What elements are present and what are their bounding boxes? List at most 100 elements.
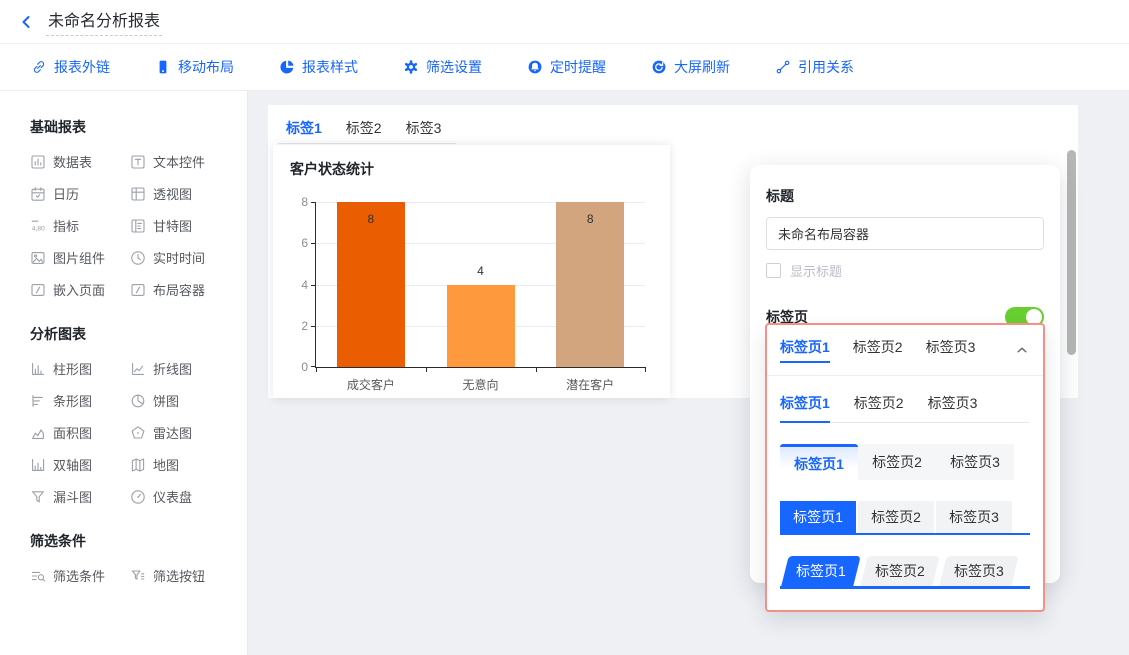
tab-style-highlight: 标签页1标签页2标签页3 标签页1标签页2标签页3标签页1标签页2标签页3标签页… [765, 323, 1045, 612]
show-title-checkbox[interactable] [766, 263, 781, 278]
style-underline-tab-3[interactable]: 标签页3 [928, 393, 978, 423]
toolbar: 报表外链 移动布局 报表样式 筛选设置 定时提醒 大屏刷新 引用关系 [0, 44, 1129, 91]
tab-style-option-button[interactable]: 标签页1标签页2标签页3 [780, 501, 1030, 535]
sidebar-item-area-chart[interactable]: 面积图 [30, 423, 130, 442]
top-header: 未命名分析报表 [0, 0, 1129, 44]
timer-reminder-icon [527, 59, 543, 75]
sidebar-item-filter-condition[interactable]: 筛选条件 [30, 566, 130, 585]
toolbar-item-external-link[interactable]: 报表外链 [31, 57, 110, 77]
external-link-icon [31, 59, 47, 75]
metric-icon: 4,80 [30, 218, 46, 234]
chart-widget-card[interactable]: 客户状态统计 02468848成交客户无意向潜在客户 [273, 145, 670, 398]
toolbar-item-screen-refresh[interactable]: 大屏刷新 [651, 57, 730, 77]
bar-data-label: 4 [426, 264, 536, 278]
sidebar-item-realtime-clock[interactable]: 实时时间 [130, 248, 230, 267]
tab-style-option-card[interactable]: 标签页1标签页2标签页3 [780, 444, 1030, 480]
sidebar-item-dual-axis-chart[interactable]: 双轴图 [30, 455, 130, 474]
canvas-scrollbar[interactable] [1067, 150, 1076, 355]
sidebar-item-metric[interactable]: 4,80指标 [30, 216, 130, 235]
sidebar-item-label: 筛选条件 [53, 566, 105, 585]
sidebar-item-label: 饼图 [153, 391, 179, 410]
sidebar-item-calendar[interactable]: 日历 [30, 184, 130, 203]
chart-title: 客户状态统计 [290, 159, 374, 179]
toolbar-item-label: 报表外链 [54, 57, 110, 77]
component-sidebar: 基础报表数据表 文本控件日历 透视图 4,80指标甘特图图片组件实时时间嵌入页面 布局容… [0, 91, 248, 655]
map-icon [130, 457, 146, 473]
sidebar-item-embed-page[interactable]: 嵌入页面 [30, 280, 130, 299]
tab-style-option-underline[interactable]: 标签页1 标签页2 标签页3 [780, 393, 1030, 423]
selector-tab-3[interactable]: 标签页3 [926, 337, 976, 363]
selector-tab-1[interactable]: 标签页1 [780, 337, 830, 363]
style-button-tab-3[interactable]: 标签页3 [936, 501, 1012, 533]
show-title-row[interactable]: 显示标题 [766, 261, 1044, 280]
toolbar-item-reference-relation[interactable]: 引用关系 [775, 57, 854, 77]
sidebar-item-line-chart[interactable]: 折线图 [130, 359, 230, 378]
sidebar-item-gauge-chart[interactable]: 仪表盘 [130, 487, 230, 506]
x-axis-tick [316, 367, 317, 372]
container-title-input[interactable] [766, 217, 1044, 250]
sidebar-item-map[interactable]: 地图 [130, 455, 230, 474]
sidebar-item-radar-chart[interactable]: 雷达图 [130, 423, 230, 442]
filter-condition-icon [30, 568, 46, 584]
toolbar-item-mobile-layout[interactable]: 移动布局 [155, 57, 234, 77]
sidebar-item-label: 漏斗图 [53, 487, 92, 506]
reference-relation-icon [775, 59, 791, 75]
sidebar-section: 分析图表柱形图 折线图条形图 饼图面积图雷达图双轴图地图漏斗图 仪表盘 [30, 324, 247, 506]
sidebar-item-layout-container[interactable]: 布局容器 [130, 280, 230, 299]
sidebar-item-bar-chart[interactable]: 条形图 [30, 391, 130, 410]
bar-chart-icon [30, 393, 46, 409]
toolbar-item-filter-settings[interactable]: 筛选设置 [403, 57, 482, 77]
sidebar-item-column-chart[interactable]: 柱形图 [30, 359, 130, 378]
sidebar-item-label: 嵌入页面 [53, 280, 105, 299]
text-widget-icon [130, 154, 146, 170]
style-card-tab-3[interactable]: 标签页3 [936, 444, 1014, 480]
style-card-tab-1[interactable]: 标签页1 [780, 444, 858, 480]
tab-style-options: 标签页1标签页2标签页3标签页1标签页2标签页3标签页1标签页2标签页3标签页1… [767, 376, 1043, 589]
bar-category-cell: 8 [316, 203, 426, 367]
sidebar-item-filter-button[interactable]: 筛选按钮 [130, 566, 230, 585]
style-underline-tab-1[interactable]: 标签页1 [780, 393, 830, 423]
sidebar-item-label: 透视图 [153, 184, 192, 203]
style-card-tab-2[interactable]: 标签页2 [858, 444, 936, 480]
style-button-tab-1[interactable]: 标签页1 [780, 501, 856, 533]
sidebar-item-text-widget[interactable]: 文本控件 [130, 152, 230, 171]
column-chart-icon [30, 361, 46, 377]
sidebar-item-pivot-table[interactable]: 透视图 [130, 184, 230, 203]
report-title[interactable]: 未命名分析报表 [46, 7, 162, 36]
style-slant-tab-2[interactable]: 标签页2 [860, 556, 939, 586]
pie-chart-icon [130, 393, 146, 409]
sidebar-item-label: 文本控件 [153, 152, 205, 171]
sidebar-item-gantt[interactable]: 甘特图 [130, 216, 230, 235]
tab-style-option-slant[interactable]: 标签页1标签页2标签页3 [780, 556, 1030, 589]
style-underline-tab-2[interactable]: 标签页2 [854, 393, 904, 423]
style-slant-tab-1[interactable]: 标签页1 [781, 556, 860, 586]
sidebar-item-label: 布局容器 [153, 280, 205, 299]
toolbar-item-timer-reminder[interactable]: 定时提醒 [527, 57, 606, 77]
sidebar-item-data-table[interactable]: 数据表 [30, 152, 130, 171]
chevron-up-icon[interactable] [1014, 342, 1030, 358]
toolbar-item-label: 定时提醒 [550, 57, 606, 77]
toolbar-item-label: 报表样式 [302, 57, 358, 77]
sidebar-section: 基础报表数据表 文本控件日历 透视图 4,80指标甘特图图片组件实时时间嵌入页面 布局容… [30, 117, 247, 299]
sidebar-item-label: 日历 [53, 184, 79, 203]
sidebar-item-image-widget[interactable]: 图片组件 [30, 248, 130, 267]
x-axis-tick [645, 367, 646, 372]
toolbar-item-report-style[interactable]: 报表样式 [279, 57, 358, 77]
style-button-tab-2[interactable]: 标签页2 [858, 501, 934, 533]
bar-无意向 [447, 285, 515, 368]
bi-report-designer: 未命名分析报表 报表外链 移动布局 报表样式 筛选设置 定时提醒 大屏刷新 引用关系 基础报… [0, 0, 1129, 655]
screen-refresh-icon [651, 59, 667, 75]
selector-tab-2[interactable]: 标签页2 [853, 337, 903, 363]
sidebar-section-title: 基础报表 [30, 117, 247, 137]
back-button[interactable] [18, 12, 38, 32]
bar-data-label: 8 [535, 212, 645, 226]
y-axis-label: 0 [284, 360, 308, 374]
sidebar-item-label: 柱形图 [53, 359, 92, 378]
line-chart-icon [130, 361, 146, 377]
sidebar-item-pie-chart[interactable]: 饼图 [130, 391, 230, 410]
sidebar-item-funnel-chart[interactable]: 漏斗图 [30, 487, 130, 506]
radar-chart-icon [130, 425, 146, 441]
sidebar-section-title: 分析图表 [30, 324, 247, 344]
bar-chart-plot: 02468848成交客户无意向潜在客户 [315, 203, 645, 368]
style-slant-tab-3[interactable]: 标签页3 [939, 556, 1018, 586]
